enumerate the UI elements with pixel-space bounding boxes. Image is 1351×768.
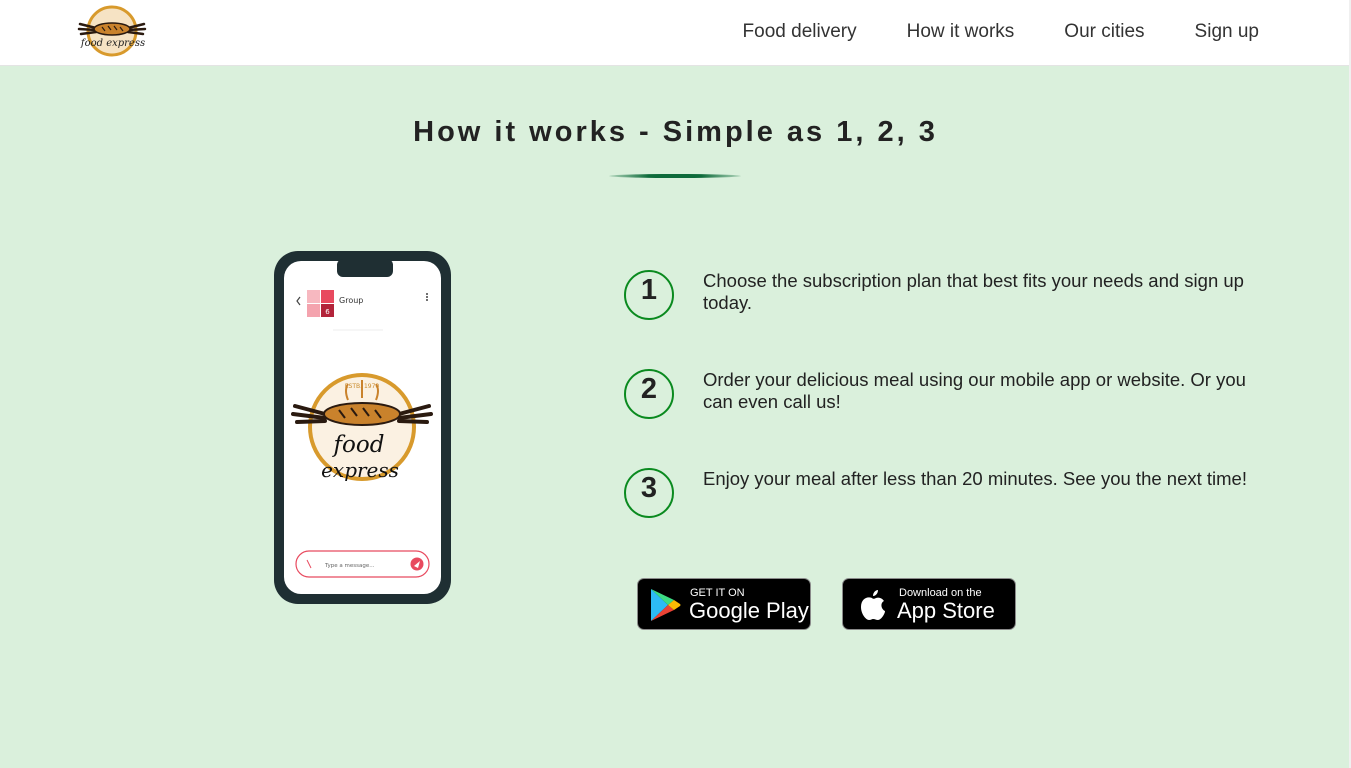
title-underline-divider [609,174,741,178]
svg-text:food express: food express [80,38,145,49]
google-play-label: Google Play [689,598,809,623]
step-description: Choose the subscription plan that best f… [703,270,1244,313]
svg-text:6: 6 [325,308,330,316]
apple-icon [861,590,885,620]
step-1: 1 Choose the subscription plan that best… [624,270,1274,326]
nav-food-delivery[interactable]: Food delivery [743,20,857,44]
nav-our-cities[interactable]: Our cities [1064,20,1144,44]
svg-text:express: express [321,458,399,482]
app-store-button[interactable]: Download on the App Store [842,578,1016,630]
step-number-badge: 1 [624,270,674,320]
step-description: Order your delicious meal using our mobi… [703,369,1246,412]
nav-how-it-works[interactable]: How it works [907,20,1015,44]
step-number-badge: 2 [624,369,674,419]
app-store-label: App Store [897,598,995,623]
section-title: How it works - Simple as 1, 2, 3 [413,116,938,148]
top-navigation-bar: food express Food delivery How it works … [0,0,1351,66]
step-description: Enjoy your meal after less than 20 minut… [703,468,1247,489]
main-nav: Food delivery How it works Our cities Si… [743,20,1259,44]
step-2: 2 Order your delicious meal using our mo… [624,369,1274,425]
send-icon [410,557,424,571]
step-number-badge: 3 [624,468,674,518]
svg-text:Type a message...: Type a message... [324,563,375,569]
google-play-button[interactable]: GET IT ON Google Play [637,578,811,630]
google-play-icon [651,589,681,621]
svg-text:food: food [332,432,385,458]
phone-mockup: 6 Group ESTB. 1970 food express Type a m… [274,251,451,604]
svg-text:Group: Group [339,296,363,305]
nav-sign-up[interactable]: Sign up [1195,20,1259,44]
food-express-logo[interactable]: food express [76,2,148,62]
kebab-menu-icon [426,293,428,301]
step-3: 3 Enjoy your meal after less than 20 min… [624,468,1274,524]
